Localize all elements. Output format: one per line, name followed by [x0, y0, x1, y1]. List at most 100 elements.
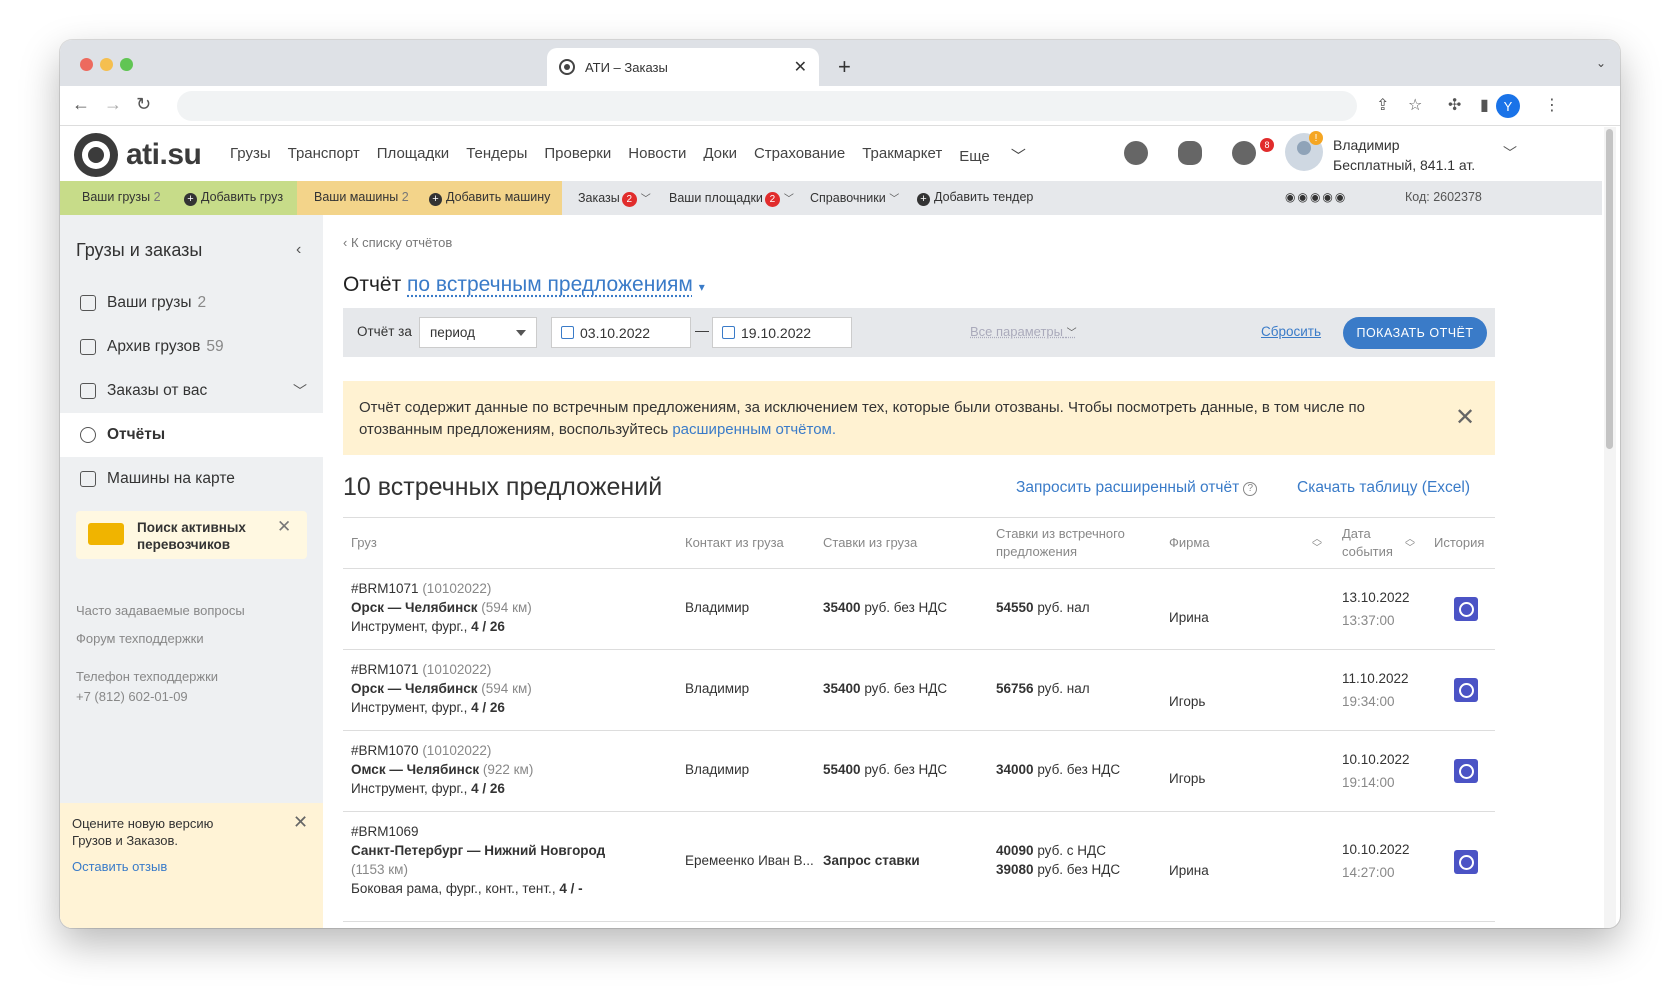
nav-item-tenders[interactable]: Тендеры: [466, 145, 527, 166]
page-scrollbar[interactable]: [1604, 127, 1616, 928]
share-icon[interactable]: ⇪: [1376, 95, 1389, 115]
minimize-window-button[interactable]: [100, 58, 113, 71]
sidebar-item-cargo-archive[interactable]: Архив грузов 59: [60, 325, 323, 369]
user-check-icon[interactable]: [1124, 141, 1148, 165]
address-bar[interactable]: [177, 91, 1357, 121]
new-tab-button[interactable]: +: [838, 54, 851, 80]
report-type-dropdown[interactable]: по встречным предложениям: [407, 273, 693, 296]
directories-menu[interactable]: Справочники ﹀: [810, 190, 899, 205]
cargo-id[interactable]: #BRM1070: [351, 743, 419, 758]
tab-search-icon[interactable]: ⌄: [1596, 56, 1606, 70]
col-header-firm[interactable]: Фирма: [1169, 534, 1210, 552]
event-time: 14:27:00: [1342, 865, 1395, 880]
table-row[interactable]: #BRM1070 (10102022) Омск — Челябинск (92…: [343, 731, 1495, 812]
faq-link[interactable]: Часто задаваемые вопросы: [76, 603, 245, 618]
support-phone[interactable]: +7 (812) 602-01-09: [76, 689, 188, 704]
close-tab-icon[interactable]: ✕: [794, 57, 807, 77]
extended-report-link[interactable]: расширенным отчётом.: [672, 421, 836, 438]
date-to-input[interactable]: 19.10.2022: [712, 317, 852, 348]
cargo-id[interactable]: #BRM1069: [351, 824, 419, 839]
back-arrow-icon[interactable]: ←: [72, 94, 90, 115]
table-row[interactable]: #BRM1071 (10102022) Орск — Челябинск (59…: [343, 650, 1495, 731]
reset-link[interactable]: Сбросить: [1261, 324, 1321, 339]
nav-item-sites[interactable]: Площадки: [377, 145, 449, 166]
help-question-icon[interactable]: ?: [1243, 482, 1258, 496]
sidebar-item-orders-from-you[interactable]: Заказы от вас ﹀: [60, 369, 323, 413]
bookmark-star-icon[interactable]: ☆: [1408, 95, 1422, 115]
sidebar-item-your-cargo[interactable]: Ваши грузы 2: [60, 281, 323, 325]
nav-more-label: Еще: [959, 148, 990, 165]
forward-arrow-icon[interactable]: →: [104, 94, 122, 115]
sidebar-item-count: 2: [197, 294, 207, 311]
support-forum-link[interactable]: Форум техподдержки: [76, 631, 204, 646]
caret-down-icon[interactable]: ▾: [699, 280, 705, 294]
maximize-window-button[interactable]: [120, 58, 133, 71]
extensions-puzzle-icon[interactable]: ✣: [1448, 95, 1461, 115]
history-icon[interactable]: [1454, 678, 1478, 702]
firm-cell[interactable]: Ирина: [1169, 608, 1209, 627]
close-promo-icon[interactable]: ✕: [277, 517, 291, 537]
back-to-reports-link[interactable]: ‹ К списку отчётов: [343, 235, 452, 250]
nav-item-checks[interactable]: Проверки: [544, 145, 611, 166]
date-from-input[interactable]: 03.10.2022: [551, 317, 691, 348]
reload-icon[interactable]: ↻: [136, 94, 151, 115]
firm-cell[interactable]: Игорь: [1169, 769, 1205, 788]
cargo-id[interactable]: #BRM1071: [351, 662, 419, 677]
nav-item-more[interactable]: Еще ﹀: [959, 145, 1043, 166]
close-window-button[interactable]: [80, 58, 93, 71]
cargo-rate-cell: Запрос ставки: [823, 851, 920, 870]
firm-cell[interactable]: Ирина: [1169, 861, 1209, 880]
nav-item-docs[interactable]: Доки: [703, 145, 737, 166]
add-tender-button[interactable]: + Добавить тендер: [917, 190, 1033, 206]
show-report-button[interactable]: ПОКАЗАТЬ ОТЧЁТ: [1343, 317, 1487, 349]
cargo-description: Инструмент, фург.,: [351, 700, 468, 715]
nav-item-truckmarket[interactable]: Тракмаркет: [862, 145, 942, 166]
your-trucks-link[interactable]: Ваши машины 2: [314, 190, 409, 204]
firm-cell[interactable]: Игорь: [1169, 692, 1205, 711]
cargo-weight-volume: 4 / -: [559, 881, 583, 896]
notifications-icon[interactable]: [1232, 141, 1256, 165]
ati-logo[interactable]: ati.su: [74, 133, 202, 177]
add-cargo-button[interactable]: + Добавить груз: [184, 190, 283, 206]
browser-tab-active[interactable]: АТИ – Заказы ✕: [547, 48, 819, 86]
table-row[interactable]: #BRM1069 Санкт-Петербург — Нижний Новгор…: [343, 812, 1495, 922]
request-extended-report-link[interactable]: Запросить расширенный отчёт?: [1016, 479, 1258, 497]
sort-date-icon[interactable]: ︿ ﹀: [1405, 535, 1415, 554]
side-panel-icon[interactable]: ▮: [1480, 95, 1489, 115]
sort-firm-icon[interactable]: ︿ ﹀: [1312, 535, 1322, 554]
rate-amount: 35400: [823, 681, 861, 696]
col-header-rates: Ставки из груза: [823, 535, 918, 550]
user-info[interactable]: Владимир Бесплатный, 841.1 ат.: [1333, 135, 1475, 175]
nav-item-news[interactable]: Новости: [628, 145, 686, 166]
browser-menu-icon[interactable]: ⋮: [1544, 95, 1560, 115]
your-sites-menu[interactable]: Ваши площадки 2 ﹀: [669, 190, 794, 207]
event-date: 10.10.2022: [1342, 752, 1410, 767]
history-icon[interactable]: [1454, 759, 1478, 783]
table-row[interactable]: #BRM1071 (10102022) Орск — Челябинск (59…: [343, 569, 1495, 650]
col-header-date[interactable]: Дата события: [1342, 525, 1402, 561]
chat-icon[interactable]: [1178, 141, 1202, 165]
nav-item-transport[interactable]: Транспорт: [288, 145, 360, 166]
add-truck-button[interactable]: + Добавить машину: [429, 190, 550, 206]
close-feedback-icon[interactable]: ✕: [293, 812, 308, 833]
download-excel-link[interactable]: Скачать таблицу (Excel): [1297, 479, 1470, 497]
leave-feedback-link[interactable]: Оставить отзыв: [72, 859, 167, 874]
profile-avatar[interactable]: Y: [1496, 94, 1520, 118]
scrollbar-thumb[interactable]: [1606, 129, 1613, 449]
sidebar-item-reports[interactable]: Отчёты: [60, 413, 323, 457]
close-notice-icon[interactable]: ✕: [1455, 403, 1475, 432]
all-params-toggle[interactable]: Все параметры ﹀: [970, 324, 1077, 339]
period-select[interactable]: период: [419, 317, 537, 348]
active-carriers-promo[interactable]: Поиск активных перевозчиков ✕: [76, 511, 307, 559]
history-icon[interactable]: [1454, 850, 1478, 874]
your-cargo-link[interactable]: Ваши грузы 2: [82, 190, 161, 204]
cargo-id[interactable]: #BRM1071: [351, 581, 419, 596]
orders-menu[interactable]: Заказы 2 ﹀: [578, 190, 651, 207]
sidebar-item-trucks-on-map[interactable]: Машины на карте: [60, 457, 323, 501]
nav-item-insurance[interactable]: Страхование: [754, 145, 845, 166]
rating-seals-icon[interactable]: ◉◉◉◉◉: [1285, 190, 1347, 204]
history-icon[interactable]: [1454, 597, 1478, 621]
nav-item-cargo[interactable]: Грузы: [230, 145, 271, 166]
collapse-sidebar-icon[interactable]: ‹: [296, 241, 301, 259]
user-menu-chevron-icon[interactable]: ﹀: [1503, 143, 1517, 163]
